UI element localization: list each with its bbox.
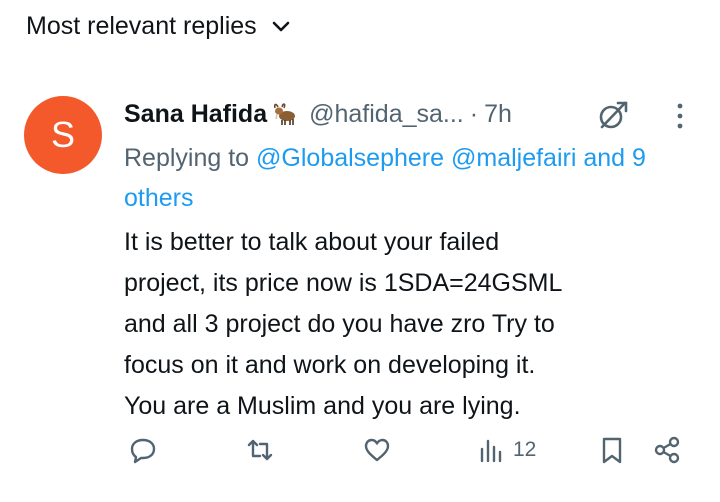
timestamp[interactable]: 7h: [484, 100, 512, 129]
more-options-icon[interactable]: [674, 102, 686, 130]
grok-icon[interactable]: [596, 98, 630, 132]
goat-emoji-icon: [274, 103, 296, 125]
like-button[interactable]: [362, 435, 392, 465]
mention-maljefairi[interactable]: @maljefairi: [451, 144, 576, 172]
bookmark-icon: [602, 437, 622, 464]
sort-dropdown[interactable]: Most relevant replies: [26, 12, 291, 41]
bookmark-button[interactable]: [597, 435, 627, 465]
reply-button[interactable]: [128, 435, 158, 465]
heart-icon: [364, 438, 390, 462]
replying-prefix: Replying to: [124, 144, 250, 172]
sort-label: Most relevant replies: [26, 12, 257, 40]
avatar[interactable]: S: [24, 96, 102, 174]
views-count: 12: [513, 438, 537, 461]
views-icon: [480, 439, 502, 463]
share-button[interactable]: [652, 435, 682, 465]
views-button[interactable]: 12: [477, 435, 536, 465]
reply-icon: [130, 438, 156, 464]
separator-dot: ·: [469, 99, 479, 128]
repost-button[interactable]: [245, 435, 275, 465]
author-handle[interactable]: @hafida_sa...: [309, 100, 464, 129]
reply-header: Sana Hafida @hafida_sa... · 7h: [124, 96, 512, 132]
replying-to: Replying to @Globalsephere @maljefairi a…: [124, 138, 684, 218]
share-icon: [654, 436, 680, 464]
mention-globalsephere[interactable]: @Globalsephere: [256, 144, 444, 172]
action-bar: 12: [0, 435, 720, 475]
chevron-down-icon: [272, 21, 289, 31]
repost-icon: [247, 439, 273, 461]
reply-text: It is better to talk about your failed p…: [124, 228, 563, 420]
author-name[interactable]: Sana Hafida: [124, 100, 267, 129]
avatar-letter: S: [50, 114, 75, 155]
